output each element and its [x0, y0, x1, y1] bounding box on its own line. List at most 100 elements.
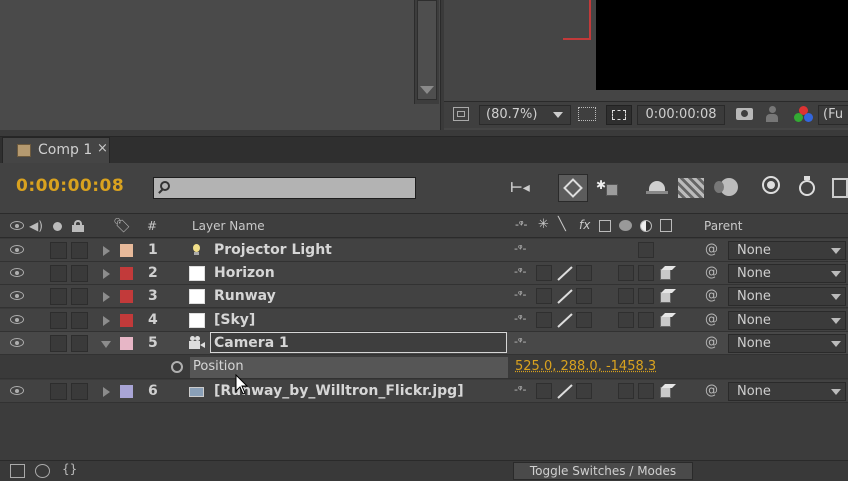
- scroll-down-icon[interactable]: [420, 86, 434, 94]
- solo-toggle[interactable]: [50, 335, 67, 352]
- layer-name[interactable]: Projector Light: [214, 242, 332, 258]
- adjustment-switch[interactable]: [638, 383, 654, 399]
- lock-toggle[interactable]: [71, 383, 88, 400]
- shy-switch-icon[interactable]: -ᵠ-: [514, 312, 527, 325]
- label-color-swatch[interactable]: [120, 337, 133, 350]
- layer-name-column-header[interactable]: Layer Name: [192, 219, 265, 233]
- 3d-cube-icon[interactable]: [659, 266, 676, 281]
- quality-switch-icon[interactable]: [556, 266, 574, 281]
- layer-name[interactable]: [Runway_by_Willtron_Flickr.jpg]: [214, 383, 464, 399]
- effects-switch[interactable]: [576, 265, 592, 281]
- effects-switch[interactable]: [576, 383, 592, 399]
- solo-toggle[interactable]: [50, 383, 67, 400]
- graph-editor-icon[interactable]: [832, 178, 848, 198]
- lock-toggle[interactable]: [71, 288, 88, 305]
- expand-layer-switches-icon[interactable]: [10, 464, 25, 478]
- shy-switch-icon[interactable]: -ᵠ-: [514, 288, 527, 301]
- collapse-triangle-icon[interactable]: [101, 341, 111, 348]
- pick-whip-icon[interactable]: @: [705, 242, 718, 257]
- layer-name[interactable]: Horizon: [214, 265, 275, 281]
- rgb-channels-icon[interactable]: [794, 106, 814, 124]
- position-value[interactable]: 525.0, 288.0, -1458.3: [515, 359, 656, 374]
- brainstorm-icon[interactable]: [760, 176, 784, 198]
- current-time-display[interactable]: 0:00:00:08: [16, 176, 124, 196]
- expand-modes-icon[interactable]: [35, 464, 50, 478]
- comp-mini-flowchart-icon[interactable]: ⊢◂: [510, 180, 542, 196]
- live-update-icon[interactable]: [558, 174, 588, 202]
- toggle-switches-modes-button[interactable]: Toggle Switches / Modes: [513, 462, 693, 480]
- expand-timing-icon[interactable]: {}: [62, 462, 77, 476]
- adjustment-switch[interactable]: [638, 242, 654, 258]
- shy-icon[interactable]: -ᵠ-: [515, 218, 528, 231]
- motion-blur-switch[interactable]: [618, 312, 634, 328]
- effects-switch[interactable]: [576, 312, 592, 328]
- pick-whip-icon[interactable]: @: [705, 383, 718, 398]
- parent-dropdown[interactable]: None: [728, 311, 846, 330]
- layer-name[interactable]: [Sky]: [214, 312, 255, 328]
- eye-icon[interactable]: [10, 291, 24, 300]
- pick-whip-icon[interactable]: @: [705, 288, 718, 303]
- effects-column-header[interactable]: fx: [579, 218, 590, 232]
- adjustment-switch[interactable]: [638, 265, 654, 281]
- solo-toggle[interactable]: [50, 288, 67, 305]
- layer-row[interactable]: 4 [Sky] -ᵠ- @ None: [0, 309, 848, 332]
- region-of-interest-icon[interactable]: [606, 105, 632, 125]
- zoom-dropdown[interactable]: (80.7%): [479, 105, 571, 125]
- lock-toggle[interactable]: [71, 335, 88, 352]
- lock-toggle[interactable]: [71, 265, 88, 282]
- parent-column-header[interactable]: Parent: [704, 219, 742, 233]
- quality-icon[interactable]: ╲: [558, 217, 566, 232]
- shy-switch-icon[interactable]: -ᵠ-: [514, 265, 527, 278]
- eye-icon[interactable]: [10, 338, 24, 347]
- auto-keyframe-icon[interactable]: [798, 176, 818, 198]
- layer-row[interactable]: 6 [Runway_by_Willtron_Flickr.jpg] -ᵠ- @ None: [0, 380, 848, 403]
- label-color-swatch[interactable]: [120, 314, 133, 327]
- hide-shy-layers-icon[interactable]: [646, 178, 670, 198]
- 3d-layer-icon[interactable]: [660, 219, 672, 232]
- parent-dropdown[interactable]: None: [728, 241, 846, 260]
- tab-comp-1[interactable]: Comp 1 ×: [2, 137, 110, 163]
- collapse-icon[interactable]: ✳: [538, 217, 549, 232]
- parent-dropdown[interactable]: None: [728, 382, 846, 401]
- adjustment-layer-icon[interactable]: [640, 220, 652, 232]
- label-tag-icon[interactable]: 🏷: [113, 218, 131, 234]
- lock-icon[interactable]: [72, 220, 84, 232]
- collapse-switch[interactable]: [536, 265, 552, 281]
- collapse-switch[interactable]: [536, 312, 552, 328]
- parent-dropdown[interactable]: None: [728, 334, 846, 353]
- 3d-cube-icon[interactable]: [659, 384, 676, 399]
- solo-icon[interactable]: [53, 222, 62, 231]
- layer-row[interactable]: 1 Projector Light -ᵠ- @ None: [0, 239, 848, 262]
- parent-dropdown[interactable]: None: [728, 287, 846, 306]
- eye-icon[interactable]: [10, 221, 24, 230]
- always-preview-icon[interactable]: [453, 107, 469, 121]
- collapse-switch[interactable]: [536, 383, 552, 399]
- label-color-swatch[interactable]: [120, 267, 133, 280]
- layer-name[interactable]: Camera 1: [214, 335, 289, 351]
- layer-row[interactable]: 5 Camera 1 -ᵠ- @ None: [0, 332, 848, 355]
- quality-switch-icon[interactable]: [556, 289, 574, 304]
- lock-toggle[interactable]: [71, 242, 88, 259]
- solo-toggle[interactable]: [50, 312, 67, 329]
- quality-switch-icon[interactable]: [556, 384, 574, 399]
- pick-whip-icon[interactable]: @: [705, 265, 718, 280]
- close-icon[interactable]: ×: [97, 141, 108, 156]
- audio-icon[interactable]: ◀): [29, 219, 45, 233]
- layer-name[interactable]: Runway: [214, 288, 276, 304]
- project-scroll-thumb[interactable]: [417, 0, 437, 100]
- eye-icon[interactable]: [10, 386, 24, 395]
- viewer-canvas[interactable]: [596, 0, 848, 90]
- layer-row[interactable]: 2 Horizon -ᵠ- @ None: [0, 262, 848, 285]
- solo-toggle[interactable]: [50, 265, 67, 282]
- expand-triangle-icon[interactable]: [103, 316, 110, 326]
- motion-blur-icon[interactable]: [714, 178, 740, 196]
- label-color-swatch[interactable]: [120, 244, 133, 257]
- eye-icon[interactable]: [10, 315, 24, 324]
- motion-blur-switch[interactable]: [618, 383, 634, 399]
- expand-triangle-icon[interactable]: [103, 292, 110, 302]
- pick-whip-icon[interactable]: @: [705, 312, 718, 327]
- shy-switch-icon[interactable]: -ᵠ-: [514, 335, 527, 348]
- motion-blur-switch[interactable]: [618, 265, 634, 281]
- pick-whip-icon[interactable]: @: [705, 335, 718, 350]
- parent-dropdown[interactable]: None: [728, 264, 846, 283]
